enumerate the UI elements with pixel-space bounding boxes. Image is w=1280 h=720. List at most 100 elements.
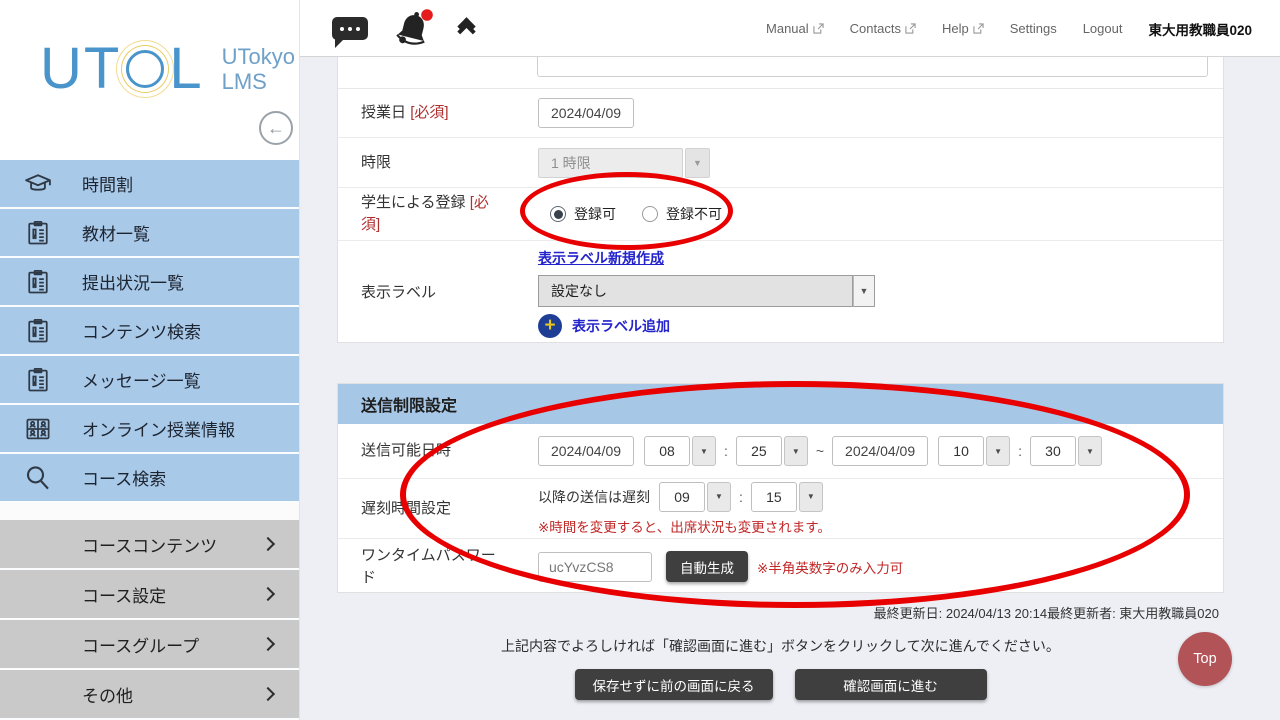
sidebar-submenu: コースコンテンツ コース設定 コースグループ その他: [0, 520, 299, 720]
send-window-label: 送信可能日時: [361, 440, 506, 462]
spinner-arrow-icon[interactable]: ▼: [799, 482, 823, 512]
sidebar-collapse-button[interactable]: ←: [259, 111, 293, 145]
radio-option-not-allowed[interactable]: 登録不可: [642, 204, 722, 224]
clipboard-icon: [20, 316, 56, 346]
user-name: 東大用教職員020: [1148, 19, 1252, 39]
logo-subtitle: UTokyo LMS: [222, 44, 295, 95]
sidebar-item-submission-status[interactable]: 提出状況一覧: [0, 258, 299, 307]
sidebar-item-course-contents[interactable]: コースコンテンツ: [0, 520, 299, 570]
sidebar-item-online-class-info[interactable]: オンライン授業情報: [0, 405, 299, 454]
class-date-label: 授業日: [361, 104, 406, 121]
send-end-minute-select: 30 ▼: [1030, 436, 1102, 466]
manual-link[interactable]: Manual: [766, 21, 824, 36]
late-prefix-text: 以降の送信は遅刻: [538, 487, 650, 507]
external-link-icon: [973, 23, 984, 34]
graduation-cap-icon: [20, 169, 56, 199]
notification-dot: [421, 9, 433, 21]
tilde-separator: ~: [816, 443, 824, 459]
radio-selected-icon: [550, 206, 566, 222]
send-start-hour-select: 08 ▼: [644, 436, 716, 466]
logo-letter: L: [169, 40, 203, 98]
sidebar-item-course-group[interactable]: コースグループ: [0, 620, 299, 670]
sidebar-item-label: メッセージ一覧: [82, 367, 201, 392]
logo-letter: U: [40, 40, 84, 98]
period-label: 時限: [361, 152, 506, 174]
logout-link[interactable]: Logout: [1083, 21, 1123, 36]
instruction-text: 上記内容でよろしければ「確認画面に進む」ボタンをクリックして次に進んでください。: [337, 636, 1224, 656]
send-start-date-input[interactable]: [538, 436, 634, 466]
sidebar-item-label: コンテンツ検索: [82, 318, 201, 343]
clipboard-icon: [20, 267, 56, 297]
last-updated-text: 最終更新日: 2024/04/13 20:14最終更新者: 東大用教職員020: [874, 603, 1219, 622]
go-to-confirm-button[interactable]: 確認画面に進む: [795, 669, 987, 700]
sidebar-item-label: コース検索: [82, 465, 166, 490]
chevron-right-icon: [261, 587, 275, 601]
partial-text-input[interactable]: [537, 57, 1208, 77]
external-link-icon: [813, 23, 824, 34]
search-icon: [20, 463, 56, 493]
send-start-minute-select: 25 ▼: [736, 436, 808, 466]
main-content: 授業日 [必須] 時限 1 時限 ▼ 学生による登録 [必須] 登録可: [300, 57, 1280, 720]
otp-label: ワンタイムパスワード: [361, 545, 506, 589]
send-end-hour-select: 10 ▼: [938, 436, 1010, 466]
display-label-label: 表示ラベル: [361, 282, 506, 304]
form-row-display-label: 表示ラベル 表示ラベル新規作成 設定なし ▼ + 表示ラベル追加: [338, 241, 1223, 344]
sidebar-item-materials[interactable]: 教材一覧: [0, 209, 299, 258]
spinner-arrow-icon[interactable]: ▼: [707, 482, 731, 512]
message-bubble-icon[interactable]: [332, 17, 368, 40]
create-display-label-link[interactable]: 表示ラベル新規作成: [538, 248, 875, 268]
video-grid-icon: [20, 414, 56, 444]
sidebar: U T L UTokyo LMS ← 時間割 教材一覧: [0, 0, 300, 720]
form-row-late-time: 遅刻時間設定 以降の送信は遅刻 09 ▼ : 15 ▼ ※時間を変更すると、出席…: [338, 479, 1223, 539]
form-row-one-time-password: ワンタイムパスワード 自動生成 ※半角英数字のみ入力可: [338, 539, 1223, 594]
back-without-save-button[interactable]: 保存せずに前の画面に戻る: [575, 669, 773, 700]
sidebar-item-label: オンライン授業情報: [82, 416, 235, 441]
logo-letter: T: [84, 40, 121, 98]
sidebar-item-label: 教材一覧: [82, 220, 150, 245]
chevron-right-icon: [261, 687, 275, 701]
help-link[interactable]: Help: [942, 21, 984, 36]
spinner-arrow-icon[interactable]: ▼: [692, 436, 716, 466]
spinner-arrow-icon[interactable]: ▼: [1078, 436, 1102, 466]
form-row-class-date: 授業日 [必須]: [338, 89, 1223, 138]
sidebar-item-others[interactable]: その他: [0, 670, 299, 720]
sidebar-item-content-search[interactable]: コンテンツ検索: [0, 307, 299, 356]
external-link-icon: [905, 23, 916, 34]
sidebar-item-course-search[interactable]: コース検索: [0, 454, 299, 503]
radio-option-allowed[interactable]: 登録可: [550, 204, 616, 224]
dropdown-arrow-icon[interactable]: ▼: [853, 275, 875, 307]
late-minute-select: 15 ▼: [751, 482, 823, 512]
contacts-link[interactable]: Contacts: [850, 21, 916, 36]
form-row-period: 時限 1 時限 ▼: [338, 138, 1223, 188]
sidebar-item-course-settings[interactable]: コース設定: [0, 570, 299, 620]
chevron-right-icon: [261, 537, 275, 551]
settings-link[interactable]: Settings: [1010, 21, 1057, 36]
scroll-to-top-button[interactable]: Top: [1178, 632, 1232, 686]
send-limit-title: 送信制限設定: [338, 384, 1223, 424]
top-bar: Manual Contacts Help Settings Logout 東大用…: [300, 0, 1280, 57]
radio-unselected-icon: [642, 206, 658, 222]
left-arrow-icon: ←: [267, 118, 285, 139]
send-end-date-input[interactable]: [832, 436, 928, 466]
sidebar-item-timetable[interactable]: 時間割: [0, 160, 299, 209]
plus-icon[interactable]: +: [538, 314, 562, 338]
sidebar-divider: [0, 503, 299, 520]
sidebar-item-label: 提出状況一覧: [82, 269, 184, 294]
sidebar-item-messages[interactable]: メッセージ一覧: [0, 356, 299, 405]
late-time-label: 遅刻時間設定: [361, 498, 506, 520]
otp-input[interactable]: [538, 552, 652, 582]
dropdown-arrow-icon[interactable]: ▼: [685, 148, 710, 178]
class-settings-panel: 授業日 [必須] 時限 1 時限 ▼ 学生による登録 [必須] 登録可: [337, 57, 1224, 343]
bell-icon[interactable]: [392, 8, 436, 50]
double-chevron-up-icon[interactable]: [460, 20, 473, 38]
student-reg-label: 学生による登録: [361, 194, 466, 211]
auto-generate-button[interactable]: 自動生成: [666, 551, 748, 582]
chevron-right-icon: [261, 637, 275, 651]
spinner-arrow-icon[interactable]: ▼: [986, 436, 1010, 466]
clipboard-icon: [20, 365, 56, 395]
add-display-label-link[interactable]: 表示ラベル追加: [572, 316, 670, 336]
class-date-input[interactable]: [538, 98, 634, 128]
spinner-arrow-icon[interactable]: ▼: [784, 436, 808, 466]
sidebar-menu: 時間割 教材一覧 提出状況一覧 コンテンツ検索 メッセージ一覧: [0, 160, 299, 503]
period-select: 1 時限 ▼: [538, 148, 710, 178]
